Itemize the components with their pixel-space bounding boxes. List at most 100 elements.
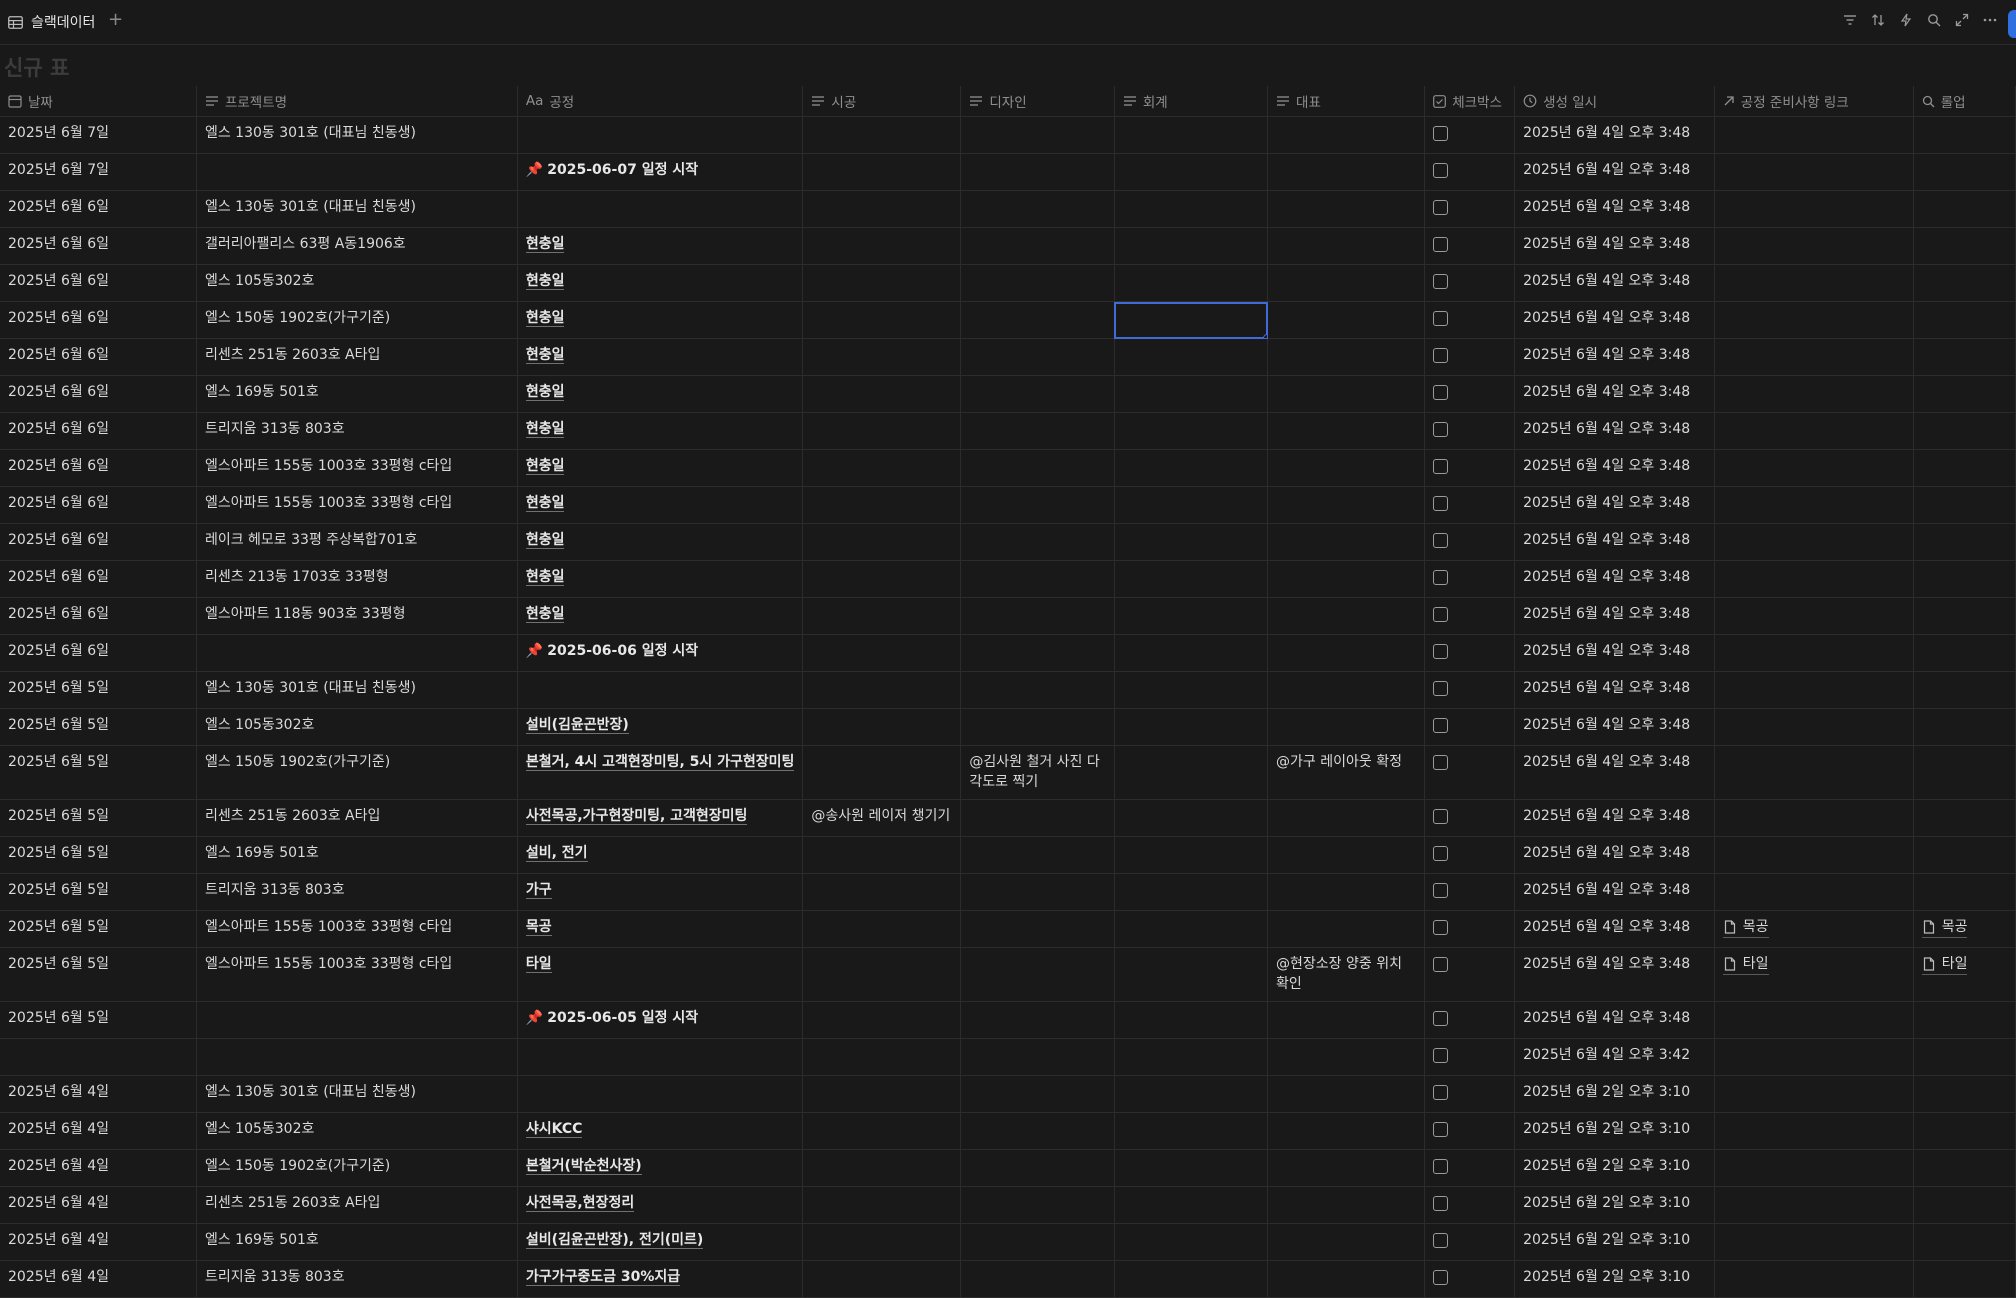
cell-rollup[interactable] (1913, 1075, 2016, 1113)
cell-process[interactable]: 현충일 (517, 523, 804, 561)
cell-link[interactable] (1714, 486, 1914, 524)
cell-account[interactable] (1114, 873, 1269, 911)
cell-rep[interactable] (1267, 1186, 1426, 1224)
new-button[interactable] (2008, 10, 2016, 38)
checkbox[interactable] (1433, 1270, 1449, 1285)
cell-design[interactable] (960, 1186, 1115, 1224)
checkbox[interactable] (1433, 1011, 1449, 1026)
selection-handle[interactable] (1263, 334, 1267, 338)
cell-project[interactable]: 엘스 169동 501호 (196, 375, 518, 413)
cell-rollup[interactable] (1913, 153, 2016, 191)
cell-checkbox[interactable] (1424, 1112, 1516, 1150)
cell-rep[interactable] (1267, 836, 1426, 874)
cell-project[interactable]: 트리지움 313동 803호 (196, 1260, 518, 1298)
cell-link[interactable] (1714, 799, 1914, 837)
cell-date[interactable]: 2025년 6월 6일 (0, 190, 197, 228)
cell-build[interactable] (802, 264, 962, 302)
cell-account[interactable] (1114, 1260, 1269, 1298)
cell-account[interactable] (1114, 910, 1269, 948)
cell-design[interactable] (960, 1001, 1115, 1039)
cell-date[interactable]: 2025년 6월 4일 (0, 1112, 197, 1150)
col-header-rep[interactable]: 대표 (1267, 86, 1426, 117)
cell-checkbox[interactable] (1424, 634, 1516, 672)
cell-link[interactable] (1714, 745, 1914, 800)
checkbox[interactable] (1433, 681, 1449, 696)
cell-account[interactable] (1114, 745, 1269, 800)
cell-process[interactable]: 현충일 (517, 301, 804, 339)
cell-build[interactable] (802, 1038, 962, 1076)
cell-checkbox[interactable] (1424, 1075, 1516, 1113)
cell-build[interactable] (802, 910, 962, 948)
cell-design[interactable] (960, 1260, 1115, 1298)
cell-build[interactable] (802, 449, 962, 487)
cell-project[interactable]: 엘스 130동 301호 (대표님 친동생) (196, 671, 518, 709)
cell-checkbox[interactable] (1424, 671, 1516, 709)
cell-process[interactable] (517, 1075, 804, 1113)
table-row[interactable]: 2025년 6월 5일 엘스아파트 155동 1003호 33평형 c타입 타일 @현… (0, 947, 2016, 1002)
cell-account[interactable] (1114, 947, 1269, 1002)
table-row[interactable]: 2025년 6월 6일 리센츠 251동 2603호 A타입 현충일 2025년 6월… (0, 338, 2016, 376)
cell-rep[interactable] (1267, 301, 1426, 339)
cell-process[interactable]: 설비, 전기 (517, 836, 804, 874)
cell-date[interactable]: 2025년 6월 6일 (0, 375, 197, 413)
checkbox[interactable] (1433, 883, 1449, 898)
checkbox[interactable] (1433, 1233, 1449, 1248)
cell-date[interactable]: 2025년 6월 6일 (0, 338, 197, 376)
cell-project[interactable]: 엘스 169동 501호 (196, 836, 518, 874)
cell-process[interactable]: 현충일 (517, 264, 804, 302)
process-title[interactable]: 현충일 (525, 236, 565, 253)
cell-checkbox[interactable] (1424, 486, 1516, 524)
cell-checkbox[interactable] (1424, 1186, 1516, 1224)
add-view-button[interactable]: + (108, 10, 123, 30)
cell-rollup[interactable] (1913, 116, 2016, 154)
more-icon[interactable] (1982, 12, 1998, 28)
table-row[interactable]: 2025년 6월 6일 📌 2025-06-06 일정 시작 2025년 6월 4일 … (0, 634, 2016, 672)
cell-project[interactable] (196, 153, 518, 191)
cell-date[interactable]: 2025년 6월 6일 (0, 560, 197, 598)
cell-date[interactable]: 2025년 6월 6일 (0, 597, 197, 635)
cell-design[interactable] (960, 873, 1115, 911)
cell-link[interactable] (1714, 1260, 1914, 1298)
checkbox[interactable] (1433, 570, 1449, 585)
cell-account[interactable] (1114, 836, 1269, 874)
cell-link[interactable] (1714, 1223, 1914, 1261)
cell-account[interactable] (1114, 1186, 1269, 1224)
cell-design[interactable] (960, 523, 1115, 561)
cell-rollup[interactable] (1913, 523, 2016, 561)
cell-rep[interactable] (1267, 412, 1426, 450)
cell-rollup[interactable] (1913, 190, 2016, 228)
cell-build[interactable] (802, 116, 962, 154)
cell-checkbox[interactable] (1424, 264, 1516, 302)
cell-link[interactable] (1714, 412, 1914, 450)
process-title[interactable]: 2025-06-05 일정 시작 (547, 1010, 698, 1026)
process-title[interactable]: 설비(김윤곤반장) (525, 717, 629, 734)
cell-account[interactable] (1114, 1001, 1269, 1039)
cell-date[interactable]: 2025년 6월 4일 (0, 1223, 197, 1261)
cell-link[interactable] (1714, 190, 1914, 228)
cell-date[interactable]: 2025년 6월 5일 (0, 910, 197, 948)
table-row[interactable]: 2025년 6월 6일 엘스 169동 501호 현충일 2025년 6월 4일 오후… (0, 375, 2016, 413)
cell-project[interactable]: 엘스아파트 155동 1003호 33평형 c타입 (196, 486, 518, 524)
cell-link[interactable] (1714, 708, 1914, 746)
cell-date[interactable]: 2025년 6월 7일 (0, 153, 197, 191)
checkbox[interactable] (1433, 1196, 1449, 1211)
process-title[interactable]: 현충일 (525, 421, 565, 438)
table-row[interactable]: 2025년 6월 7일 📌 2025-06-07 일정 시작 2025년 6월 4일 … (0, 153, 2016, 191)
cell-account[interactable] (1114, 486, 1269, 524)
cell-rep[interactable] (1267, 873, 1426, 911)
cell-link[interactable] (1714, 338, 1914, 376)
process-title[interactable]: 현충일 (525, 495, 565, 512)
cell-rep[interactable] (1267, 338, 1426, 376)
cell-account[interactable] (1114, 153, 1269, 191)
table-row[interactable]: 2025년 6월 4일 오후 3:42 (0, 1038, 2016, 1076)
cell-process[interactable]: 현충일 (517, 449, 804, 487)
cell-link[interactable] (1714, 227, 1914, 265)
sort-icon[interactable] (1870, 12, 1886, 28)
cell-rollup[interactable] (1913, 1112, 2016, 1150)
cell-rollup[interactable] (1913, 375, 2016, 413)
cell-rollup[interactable] (1913, 873, 2016, 911)
cell-rep[interactable] (1267, 1075, 1426, 1113)
cell-process[interactable]: 본철거, 4시 고객현장미팅, 5시 가구현장미팅 (517, 745, 804, 800)
cell-design[interactable] (960, 1038, 1115, 1076)
process-title[interactable]: 설비(김윤곤반장), 전기(미르) (525, 1232, 704, 1249)
